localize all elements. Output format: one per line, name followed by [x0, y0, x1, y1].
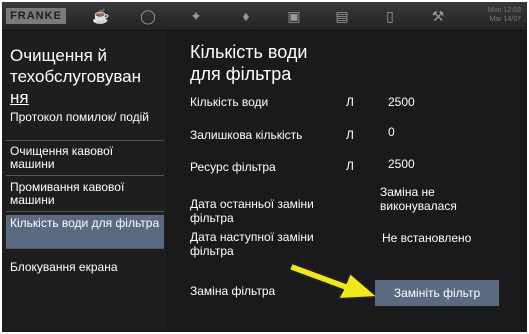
main-panel: Кількість води для фільтра Кількість вод… — [170, 31, 527, 332]
remaining-amount-label: Залишкова кількість — [190, 128, 303, 142]
page-title-line: Кількість води — [190, 42, 308, 62]
sidebar-item-filter-water[interactable]: Кількість води для фільтра — [6, 215, 164, 249]
replace-filter-label: Заміна фільтра — [190, 284, 276, 298]
filter-capacity-value: 2500 — [388, 157, 415, 171]
brand-logo: FRANKE — [6, 8, 66, 24]
water-amount-unit: Л — [346, 95, 354, 109]
water-amount-label: Кількість води — [190, 95, 269, 109]
sidebar-item-machine-cleaning[interactable]: Очищення кавової машини — [6, 143, 164, 176]
last-change-label-line: Дата останньої заміни — [190, 197, 314, 211]
sidebar-item-error-log[interactable]: Протокол помилок/ подій — [6, 109, 164, 141]
remaining-amount-value: 0 — [388, 125, 395, 139]
filter-capacity-unit: Л — [346, 159, 354, 173]
coffee-icon[interactable]: ☕ — [92, 8, 109, 24]
page-title-line: для фільтра — [190, 64, 292, 84]
top-toolbar: FRANKE ☕ ◯ ✦ ♦ ▣ ▤ ▯ ⚒ Mon 12:03 Mar 14/… — [2, 2, 527, 31]
filter-capacity-label: Ресурс фільтра — [190, 160, 276, 174]
coffee-machine-screen: FRANKE ☕ ◯ ✦ ♦ ▣ ▤ ▯ ⚒ Mon 12:03 Mar 14/… — [2, 2, 527, 332]
next-change-value: Не встановлено — [382, 231, 472, 245]
wrench-icon[interactable]: ⚒ — [430, 8, 446, 24]
sidebar-item-machine-rinsing[interactable]: Промивання кавової машини — [6, 179, 164, 212]
sidebar-title-line: техобслуговуван — [10, 67, 142, 86]
page-title: Кількість води для фільтра — [190, 41, 490, 85]
statistics-icon[interactable]: ▤ — [334, 8, 350, 24]
clock-date: Mar 14/07 — [489, 16, 521, 23]
last-change-value-line: Заміна не — [380, 185, 435, 199]
remaining-amount-unit: Л — [346, 128, 354, 142]
sidebar-title: Очищення й техобслуговуван ня — [10, 45, 166, 108]
cleaning-icon[interactable]: ✦ — [188, 8, 204, 24]
sidebar-title-line: Очищення й — [10, 46, 108, 65]
document-icon[interactable]: ▯ — [382, 8, 398, 24]
sidebar-item-screen-lock[interactable]: Блокування екрана — [6, 259, 164, 281]
next-change-label-line: Дата наступної заміни — [190, 230, 314, 244]
milk-icon[interactable]: ◯ — [140, 8, 156, 24]
last-change-label: Дата останньої заміни фільтра — [190, 197, 314, 225]
last-change-label-line: фільтра — [190, 211, 234, 225]
pointer-arrow-icon — [288, 262, 379, 300]
sidebar-title-line: ня — [10, 88, 29, 107]
replace-filter-button[interactable]: Замініть фільтр — [375, 280, 499, 306]
clock-readout: Mon 12:03 Mar 14/07 — [488, 6, 521, 24]
clock-time: Mon 12:03 — [487, 7, 521, 14]
water-drop-icon[interactable]: ♦ — [238, 8, 254, 24]
cup-icon[interactable]: ▣ — [286, 8, 302, 24]
last-change-value: Заміна не виконувалася — [380, 185, 457, 213]
water-amount-value[interactable]: 2500 — [388, 95, 415, 109]
last-change-value-line: виконувалася — [380, 199, 457, 213]
sidebar-menu: Очищення й техобслуговуван ня Протокол п… — [2, 31, 166, 332]
